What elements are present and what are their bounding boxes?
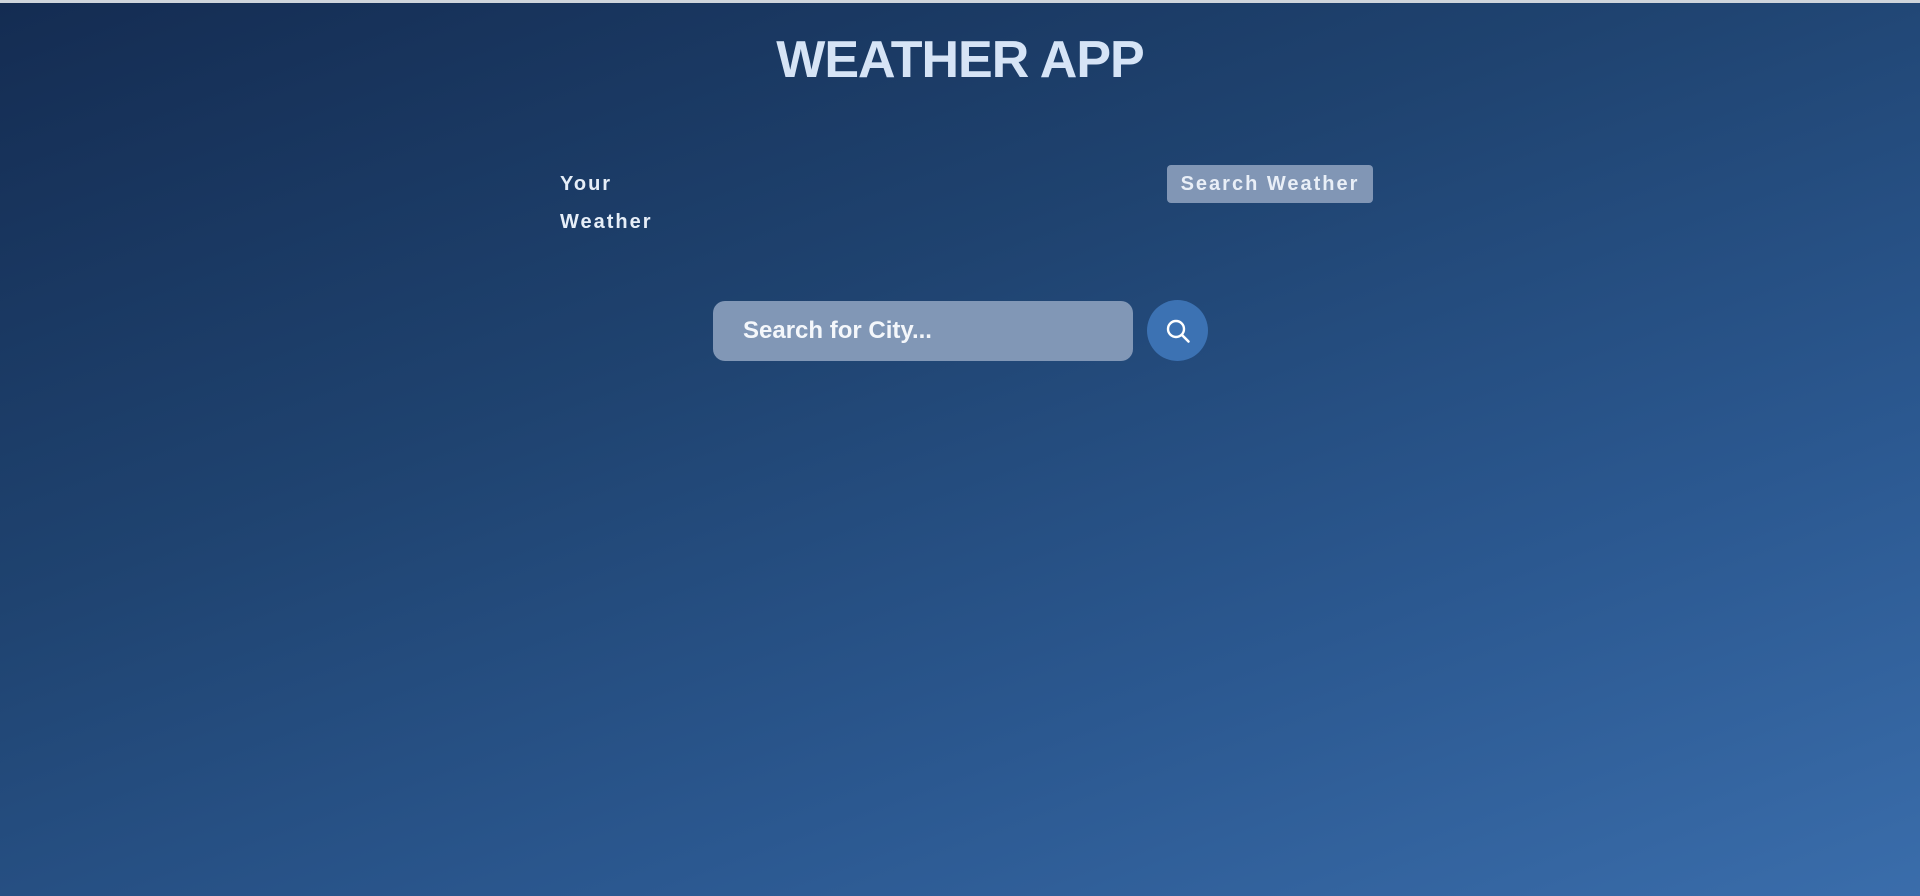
app-title: WEATHER APP xyxy=(776,31,1144,89)
tab-bar: Your Weather Search Weather xyxy=(0,165,1920,233)
tab-your-weather[interactable]: Your Weather xyxy=(548,165,724,233)
top-border xyxy=(0,0,1920,3)
city-search-input[interactable] xyxy=(713,301,1133,361)
search-button[interactable] xyxy=(1147,300,1208,361)
search-icon xyxy=(1165,318,1191,344)
tab-search-weather[interactable]: Search Weather xyxy=(1167,165,1373,203)
